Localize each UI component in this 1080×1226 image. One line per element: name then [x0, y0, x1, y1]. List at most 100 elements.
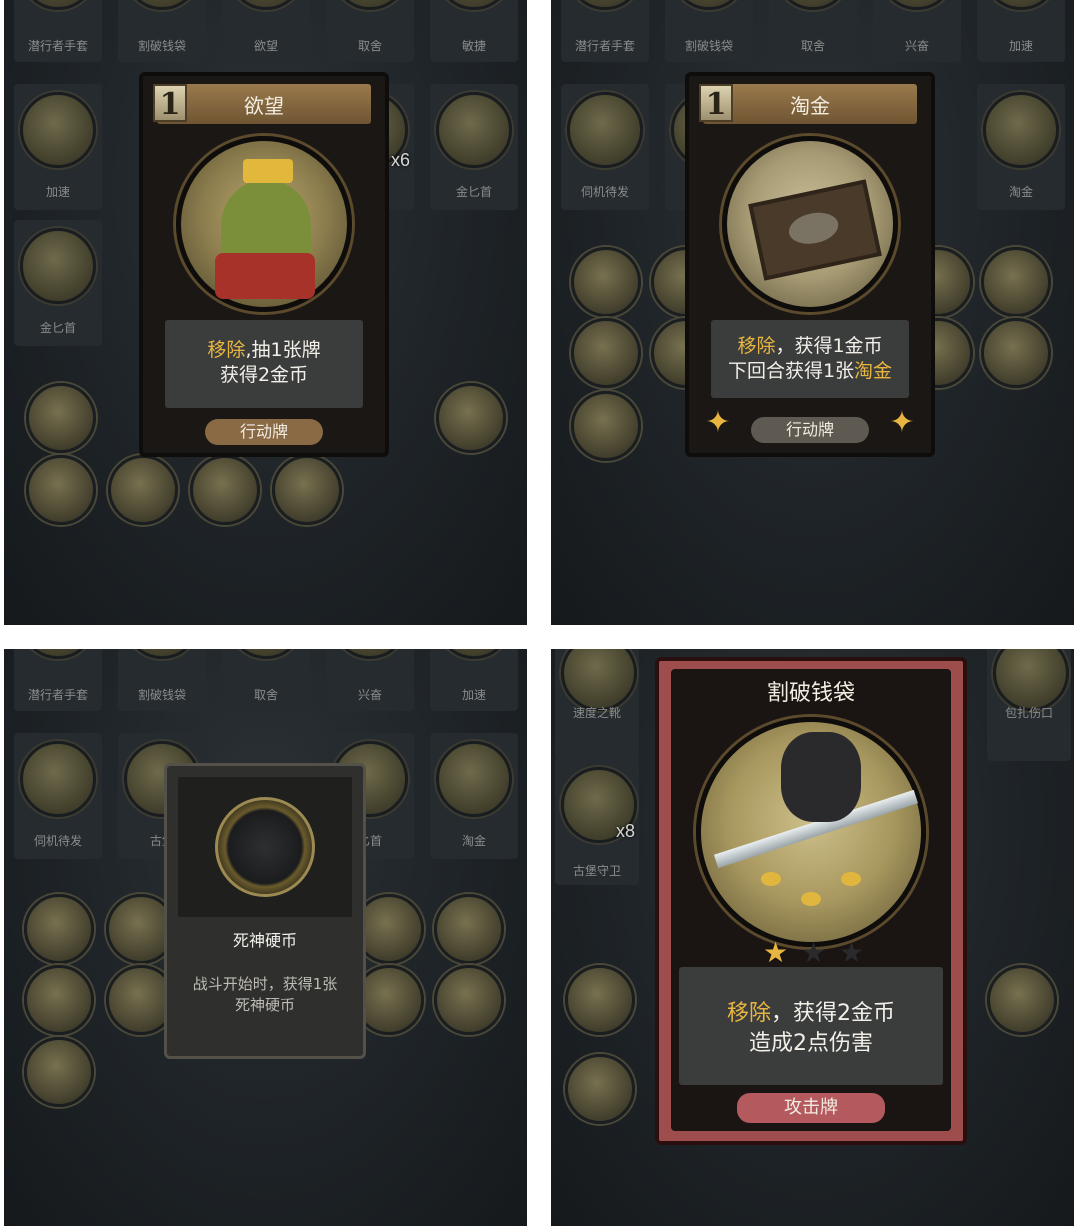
card-name: 金匕首 — [455, 185, 492, 199]
card-title: 割破钱袋 — [766, 681, 855, 706]
card-detail-desire[interactable]: 1 欲望 移除,抽1张牌 获得2金币 行动牌 — [139, 72, 389, 457]
coin-icon — [801, 892, 821, 906]
relic-icon[interactable] — [190, 455, 260, 525]
deck-card[interactable]: x2潜行者手套 — [561, 0, 649, 62]
deck-card[interactable]: 淘金 — [977, 84, 1065, 210]
relic-icon[interactable] — [434, 965, 504, 1035]
deck-card[interactable]: x8 古堡守卫 — [555, 759, 639, 885]
card-type-ribbon: 行动牌 — [751, 417, 869, 443]
relic-icon[interactable] — [24, 965, 94, 1035]
card-art — [561, 649, 637, 711]
relic-icon[interactable] — [434, 894, 504, 964]
card-count: x6 — [390, 150, 410, 170]
relic-icon[interactable] — [987, 965, 1057, 1035]
relic-icon[interactable] — [24, 894, 94, 964]
card-title: 欲望 — [244, 94, 284, 118]
relic-icon[interactable] — [565, 965, 635, 1035]
relic-icon[interactable] — [26, 455, 96, 525]
relic-icon[interactable] — [981, 318, 1051, 388]
desc-text: 造成2点伤害 — [749, 1031, 873, 1056]
relic-icon[interactable] — [565, 1054, 635, 1124]
card-name: 割破钱袋 — [137, 39, 186, 53]
deck-view-panel-1: x2潜行者手套 割破钱袋 欲望 取舍 敏捷 加速 x6 金匕首 金匕首 1 欲望… — [4, 0, 527, 625]
keyword-remove: 移除 — [207, 339, 246, 361]
card-name: 取舍 — [357, 39, 382, 53]
deck-card[interactable]: x2兴奋 — [873, 0, 961, 62]
card-description: 移除，获得2金币 造成2点伤害 — [679, 967, 943, 1085]
deck-card[interactable]: 速度之靴 — [555, 649, 639, 761]
relic-icon[interactable] — [571, 391, 641, 461]
card-art — [983, 92, 1059, 168]
card-name: 兴奋 — [904, 39, 929, 53]
card-art — [124, 0, 200, 10]
relic-icon[interactable] — [272, 455, 342, 525]
relic-icon[interactable] — [981, 247, 1051, 317]
card-detail-gold-panning[interactable]: 1 淘金 移除，获得1金币 下回合获得1张淘金 ✦ ✦ 行动牌 — [685, 72, 935, 457]
card-name: 金匕首 — [39, 321, 76, 335]
deck-card[interactable]: 伺机待发 — [561, 84, 649, 210]
tooltip-description: 战斗开始时，获得1张死神硬币 — [192, 975, 338, 1014]
relic-icon[interactable] — [26, 383, 96, 453]
card-type-ribbon: 行动牌 — [205, 419, 323, 445]
card-name: 加速 — [1008, 39, 1033, 53]
desc-text: ,抽1张牌 — [245, 339, 321, 361]
deck-card[interactable]: x2潜行者手套 — [14, 0, 102, 62]
deck-view-panel-3: x2潜行者手套 x2割破钱袋 取舍 x2兴奋 加速 伺机待发 古堡 匕首 淘金 … — [4, 649, 527, 1226]
deck-card[interactable]: x2割破钱袋 — [118, 649, 206, 711]
tooltip-art — [178, 777, 352, 917]
keyword-gold-panning: 淘金 — [854, 360, 893, 382]
deck-card[interactable]: 伺机待发 — [14, 733, 102, 859]
deck-card[interactable]: 取舍 — [326, 0, 414, 62]
card-name: 取舍 — [800, 39, 825, 53]
sieve-tray-icon — [748, 179, 882, 281]
deck-card[interactable]: 加速 — [14, 84, 102, 210]
relic-icon[interactable] — [571, 318, 641, 388]
deck-card[interactable]: 加速 — [977, 0, 1065, 62]
card-art — [567, 0, 643, 10]
coin-icon — [841, 872, 861, 886]
crown-icon — [243, 159, 293, 183]
card-name: 加速 — [461, 688, 486, 702]
card-title: 淘金 — [790, 94, 830, 118]
deck-card[interactable]: 金匕首 — [14, 220, 102, 346]
card-portrait — [696, 717, 926, 947]
deck-view-panel-2: x2潜行者手套 x2割破钱袋 取舍 x2兴奋 加速 伺机待发 古 淘金 1 淘金… — [551, 0, 1074, 625]
deck-card[interactable]: x2兴奋 — [326, 649, 414, 711]
upgrade-star-icon: ★ — [763, 936, 789, 969]
card-name: 速度之靴 — [572, 706, 621, 720]
card-name: 欲望 — [253, 39, 278, 53]
card-name: 加速 — [45, 185, 70, 199]
deck-card[interactable]: x2潜行者手套 — [14, 649, 102, 711]
card-name: 割破钱袋 — [684, 39, 733, 53]
card-art — [228, 0, 304, 10]
card-art — [879, 0, 955, 10]
deck-card[interactable]: x2割破钱袋 — [665, 0, 753, 62]
card-description: 移除，获得1金币 下回合获得1张淘金 — [711, 320, 909, 398]
deck-card[interactable]: 加速 — [430, 649, 518, 711]
deck-card[interactable]: 取舍 — [222, 649, 310, 711]
card-name: 伺机待发 — [33, 834, 82, 848]
relic-tooltip: 死神硬币 战斗开始时，获得1张死神硬币 — [164, 763, 366, 1059]
rune-icon: ✦ — [889, 405, 915, 440]
card-art — [332, 0, 408, 10]
card-detail-slash-purse[interactable]: 割破钱袋 ★ ★ ★ 移除，获得2金币 造成2点伤害 攻击牌 — [655, 657, 967, 1145]
card-art — [20, 0, 96, 10]
deck-card[interactable]: 欲望 — [222, 0, 310, 62]
card-art — [20, 649, 96, 659]
relic-icon[interactable] — [571, 247, 641, 317]
card-art — [20, 228, 96, 304]
card-art — [993, 649, 1069, 711]
deck-card[interactable]: 包扎伤口 — [987, 649, 1071, 761]
card-name: 伺机待发 — [580, 185, 629, 199]
deck-card[interactable]: 取舍 — [769, 0, 857, 62]
relic-icon[interactable] — [108, 455, 178, 525]
deck-card[interactable]: 割破钱袋 — [118, 0, 206, 62]
relic-icon[interactable] — [436, 383, 506, 453]
deck-card[interactable]: 金匕首 — [430, 84, 518, 210]
card-name: 古堡守卫 — [572, 864, 621, 878]
relic-icon[interactable] — [24, 1037, 94, 1107]
deck-card[interactable]: 淘金 — [430, 733, 518, 859]
card-art — [775, 0, 851, 10]
card-art — [436, 741, 512, 817]
deck-card[interactable]: 敏捷 — [430, 0, 518, 62]
